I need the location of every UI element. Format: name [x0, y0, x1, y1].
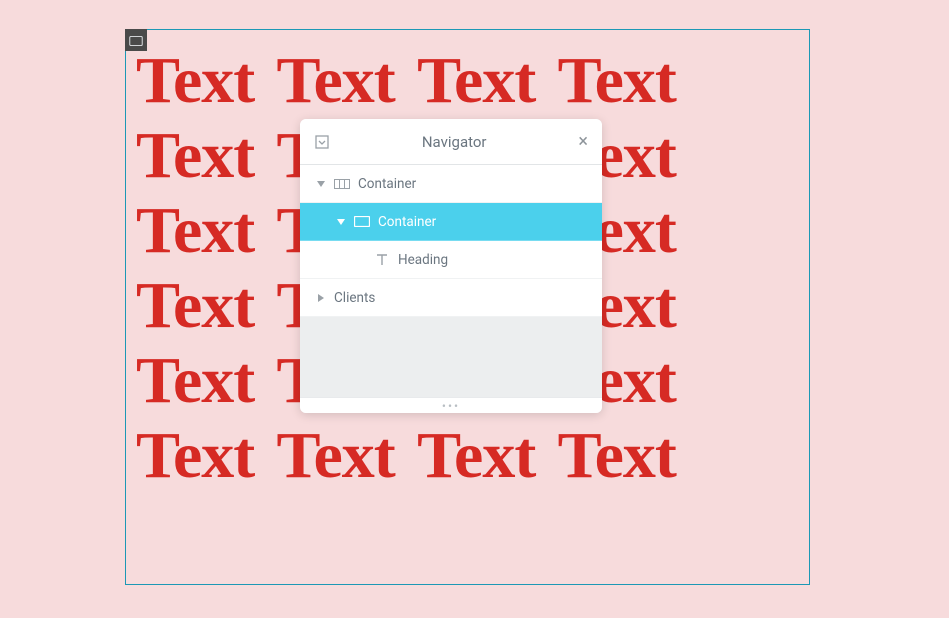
element-type-handle[interactable] — [125, 29, 147, 51]
caret-right-icon[interactable] — [316, 294, 326, 302]
container-icon — [354, 216, 370, 227]
navigator-header[interactable]: Navigator × — [300, 119, 602, 165]
tree-item-label: Clients — [334, 290, 375, 306]
navigator-panel: Navigator × Container Container — [300, 119, 602, 413]
caret-down-icon[interactable] — [316, 181, 326, 187]
navigator-tree: Container Container Heading Clients — [300, 165, 602, 317]
heading-icon — [374, 254, 390, 266]
container-grid-icon — [334, 179, 350, 189]
tree-item-heading[interactable]: Heading — [300, 241, 602, 279]
close-icon[interactable]: × — [578, 133, 588, 151]
tree-item-label: Container — [358, 176, 416, 192]
tree-item-clients[interactable]: Clients — [300, 279, 602, 317]
tree-item-label: Heading — [398, 252, 448, 268]
tree-item-container-child[interactable]: Container — [300, 203, 602, 241]
panel-resize-handle[interactable]: ••• — [300, 397, 602, 413]
container-icon — [129, 31, 143, 50]
tree-item-container-root[interactable]: Container — [300, 165, 602, 203]
navigator-title: Navigator — [330, 133, 578, 151]
expand-collapse-icon[interactable] — [314, 134, 330, 150]
caret-down-icon[interactable] — [336, 219, 346, 225]
tree-item-label: Container — [378, 214, 436, 230]
